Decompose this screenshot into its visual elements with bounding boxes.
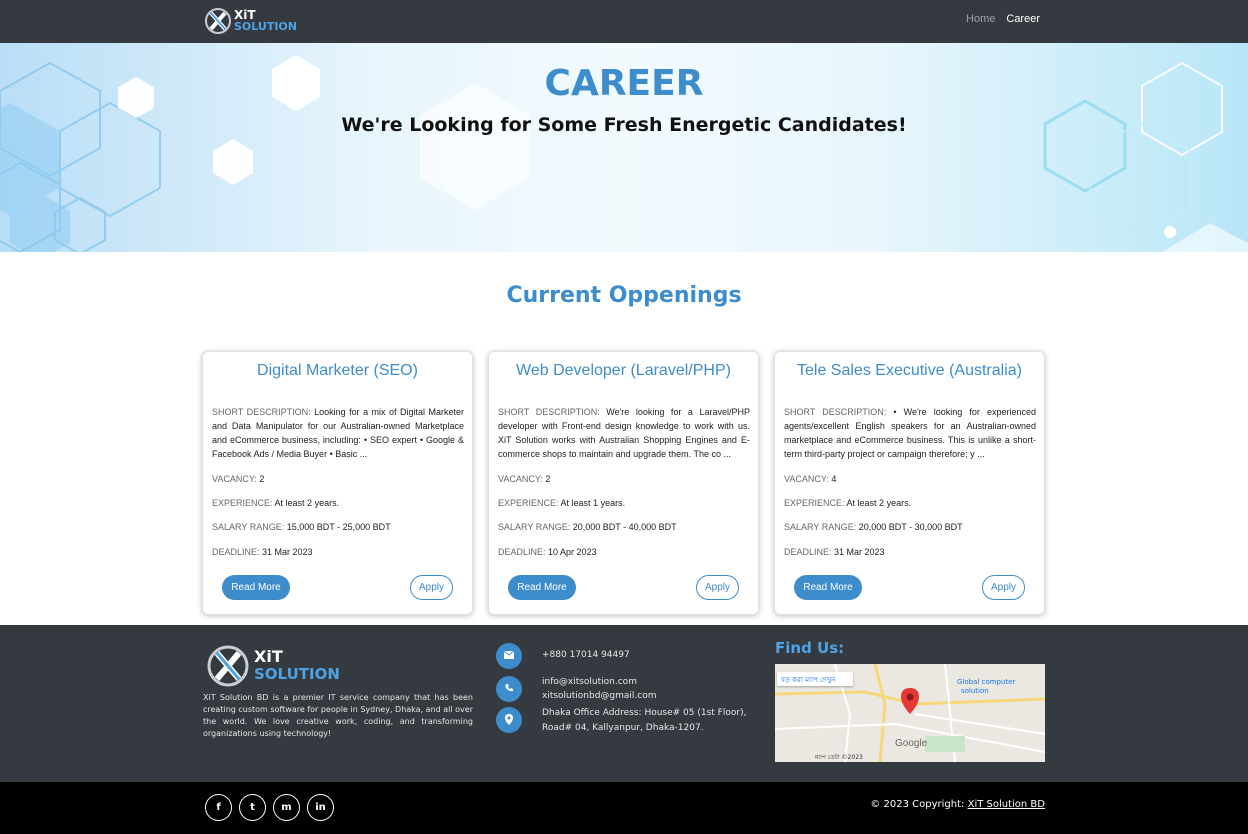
experience-value: At least 2 years. bbox=[846, 498, 912, 508]
copyright-text: © 2023 Copyright: bbox=[870, 799, 965, 810]
experience-row: EXPERIENCE: At least 1 years. bbox=[498, 498, 625, 508]
job-card-digital-marketer: Digital Marketer (SEO) SHORT DESCRIPTION… bbox=[202, 351, 473, 615]
logo-subtext: SOLUTION bbox=[234, 20, 297, 33]
experience-value: At least 1 years. bbox=[560, 498, 626, 508]
deadline-row: DEADLINE: 31 Mar 2023 bbox=[784, 547, 885, 557]
job-card-tele-sales: Tele Sales Executive (Australia) SHORT D… bbox=[774, 351, 1045, 615]
deadline-row: DEADLINE: 10 Apr 2023 bbox=[498, 547, 597, 557]
deadline-value: 10 Apr 2023 bbox=[548, 547, 597, 557]
brand-logo[interactable]: XiT SOLUTION bbox=[204, 6, 297, 36]
twitter-icon[interactable]: t bbox=[239, 794, 266, 821]
salary-row: SALARY RANGE: 20,000 BDT - 30,000 BDT bbox=[784, 522, 963, 532]
deadline-row: DEADLINE: 31 Mar 2023 bbox=[212, 547, 313, 557]
map-place-line-1: Global computer bbox=[957, 678, 1016, 686]
job-title: Tele Sales Executive (Australia) bbox=[797, 362, 1022, 379]
vacancy-label: VACANCY: bbox=[212, 474, 257, 484]
bottom-bar: f t m in © 2023 Copyright: XiT Solution … bbox=[0, 782, 1248, 834]
company-about: XiT Solution BD is a premier IT service … bbox=[203, 693, 473, 738]
envelope-icon bbox=[496, 643, 522, 669]
page-title: CAREER bbox=[544, 63, 704, 104]
find-us-heading: Find Us: bbox=[775, 639, 845, 657]
experience-row: EXPERIENCE: At least 2 years. bbox=[784, 498, 911, 508]
nav-career-link[interactable]: Career bbox=[1006, 13, 1040, 25]
experience-label: EXPERIENCE: bbox=[212, 498, 273, 508]
map-place-line-2: solution bbox=[961, 687, 989, 695]
description-label: SHORT DESCRIPTION: bbox=[498, 407, 600, 417]
office-address-line-2: Road# 04, Kallyanpur, Dhaka-1207. bbox=[542, 723, 704, 733]
apply-button[interactable]: Apply bbox=[982, 575, 1025, 600]
email-icon[interactable]: m bbox=[273, 794, 300, 821]
map-data-credit: ম্যাপ ডেটা ©2023 bbox=[815, 754, 863, 761]
experience-row: EXPERIENCE: At least 2 years. bbox=[212, 498, 339, 508]
facebook-icon[interactable]: f bbox=[205, 794, 232, 821]
vacancy-value: 2 bbox=[259, 474, 265, 484]
vacancy-row: VACANCY: 4 bbox=[784, 474, 836, 484]
copyright-link[interactable]: XiT Solution BD bbox=[968, 799, 1045, 810]
read-more-button[interactable]: Read More bbox=[508, 575, 576, 600]
logo-icon bbox=[207, 645, 249, 687]
experience-label: EXPERIENCE: bbox=[784, 498, 845, 508]
salary-value: 20,000 BDT - 30,000 BDT bbox=[858, 522, 963, 532]
job-card-web-developer: Web Developer (Laravel/PHP) SHORT DESCRI… bbox=[488, 351, 759, 615]
copyright: © 2023 Copyright: XiT Solution BD bbox=[870, 799, 1045, 810]
contact-phone[interactable]: +880 17014 94497 bbox=[542, 648, 630, 662]
description-label: SHORT DESCRIPTION: bbox=[784, 407, 887, 417]
experience-label: EXPERIENCE: bbox=[498, 498, 559, 508]
salary-label: SALARY RANGE: bbox=[784, 522, 857, 532]
salary-row: SALARY RANGE: 20,000 BDT - 40,000 BDT bbox=[498, 522, 677, 532]
deadline-label: DEADLINE: bbox=[212, 547, 260, 557]
experience-value: At least 2 years. bbox=[274, 498, 340, 508]
deadline-value: 31 Mar 2023 bbox=[834, 547, 885, 557]
logo-icon bbox=[205, 8, 231, 34]
navbar: XiT SOLUTION Home Career bbox=[0, 0, 1248, 43]
office-address-line-1: Dhaka Office Address: House# 05 (1st Flo… bbox=[542, 708, 747, 718]
vacancy-label: VACANCY: bbox=[498, 474, 543, 484]
location-pin-icon bbox=[496, 707, 522, 733]
read-more-button[interactable]: Read More bbox=[222, 575, 290, 600]
salary-label: SALARY RANGE: bbox=[212, 522, 285, 532]
apply-button[interactable]: Apply bbox=[696, 575, 739, 600]
deadline-value: 31 Mar 2023 bbox=[262, 547, 313, 557]
apply-button[interactable]: Apply bbox=[410, 575, 453, 600]
vacancy-row: VACANCY: 2 bbox=[498, 474, 550, 484]
footer: XiT SOLUTION XiT Solution BD is a premie… bbox=[0, 625, 1248, 782]
salary-value: 15,000 BDT - 25,000 BDT bbox=[286, 522, 391, 532]
openings-heading: Current Oppenings bbox=[506, 283, 742, 308]
salary-value: 20,000 BDT - 40,000 BDT bbox=[572, 522, 677, 532]
linkedin-icon[interactable]: in bbox=[307, 794, 334, 821]
page-subtitle: We're Looking for Some Fresh Energetic C… bbox=[341, 114, 907, 136]
vacancy-value: 2 bbox=[545, 474, 551, 484]
map-pin-icon bbox=[901, 688, 919, 714]
enlarge-map-button[interactable]: বড় করা ম্যাপ দেখুন bbox=[777, 672, 853, 686]
logo-text: XiT bbox=[254, 647, 283, 666]
nav-home-link[interactable]: Home bbox=[966, 13, 995, 25]
job-title: Web Developer (Laravel/PHP) bbox=[516, 362, 731, 379]
contact-email-primary[interactable]: info@xitsolution.com bbox=[542, 675, 637, 689]
hero-banner: CAREER We're Looking for Some Fresh Ener… bbox=[0, 43, 1248, 252]
nav-links: Home Career bbox=[966, 13, 1040, 25]
location-map[interactable]: বড় করা ম্যাপ দেখুন Global computer solu… bbox=[775, 664, 1045, 762]
vacancy-value: 4 bbox=[831, 474, 837, 484]
description-label: SHORT DESCRIPTION: bbox=[212, 407, 311, 417]
vacancy-row: VACANCY: 2 bbox=[212, 474, 264, 484]
deadline-label: DEADLINE: bbox=[784, 547, 832, 557]
job-description: SHORT DESCRIPTION: Looking for a mix of … bbox=[212, 405, 464, 461]
read-more-button[interactable]: Read More bbox=[794, 575, 862, 600]
enlarge-map-link[interactable]: বড় করা ম্যাপ দেখুন bbox=[781, 674, 835, 686]
vacancy-label: VACANCY: bbox=[784, 474, 829, 484]
salary-row: SALARY RANGE: 15,000 BDT - 25,000 BDT bbox=[212, 522, 391, 532]
logo-subtext: SOLUTION bbox=[254, 665, 340, 683]
contact-email-secondary[interactable]: xitsolutionbd@gmail.com bbox=[542, 689, 657, 703]
google-logo: Google bbox=[895, 738, 928, 749]
job-title: Digital Marketer (SEO) bbox=[257, 362, 418, 379]
salary-label: SALARY RANGE: bbox=[498, 522, 571, 532]
deadline-label: DEADLINE: bbox=[498, 547, 546, 557]
footer-logo: XiT SOLUTION bbox=[206, 644, 340, 688]
job-description: SHORT DESCRIPTION: • We're looking for e… bbox=[784, 405, 1036, 461]
phone-icon bbox=[496, 676, 522, 702]
job-description: SHORT DESCRIPTION: We're looking for a L… bbox=[498, 405, 750, 461]
